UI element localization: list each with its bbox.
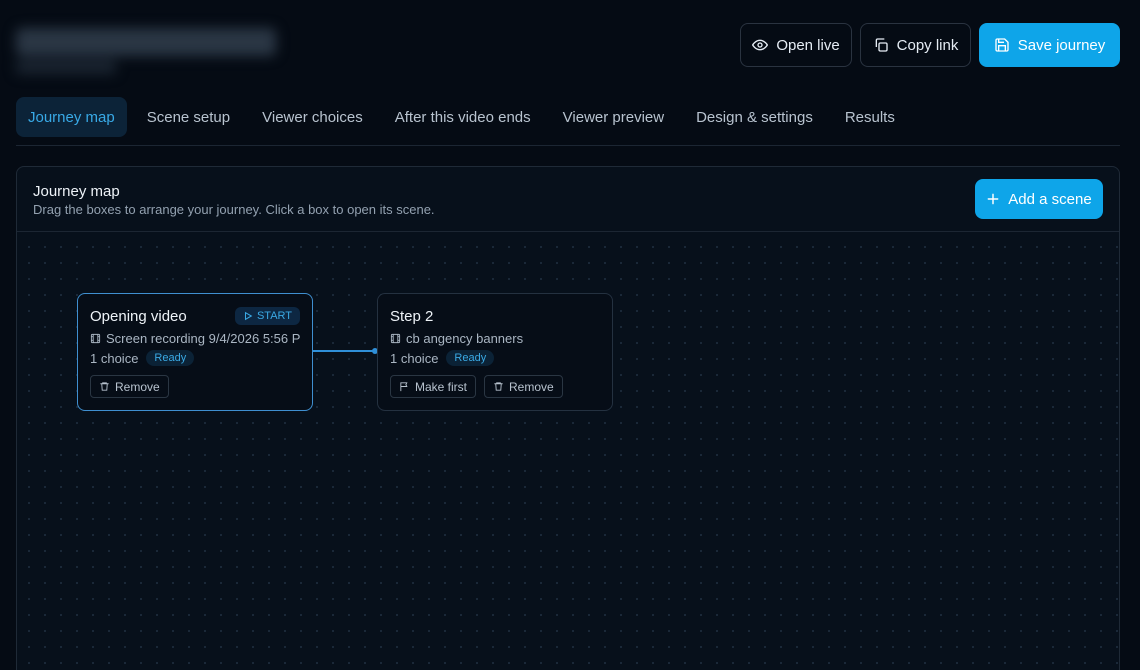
scene-title: Opening video bbox=[90, 308, 187, 325]
remove-scene-button[interactable]: Remove bbox=[90, 375, 169, 398]
remove-label: Remove bbox=[509, 379, 554, 394]
trash-icon bbox=[494, 382, 503, 391]
save-journey-button[interactable]: Save journey bbox=[979, 23, 1120, 67]
film-icon bbox=[90, 333, 101, 344]
scene-source-label: cb angency banners bbox=[406, 331, 524, 346]
start-badge: START bbox=[234, 307, 300, 325]
scene-node-step-2[interactable]: Step 2 cb angency banners 1 choice Ready… bbox=[377, 293, 613, 411]
add-scene-button[interactable]: Add a scene bbox=[975, 179, 1103, 219]
add-scene-label: Add a scene bbox=[1008, 190, 1092, 208]
make-first-label: Make first bbox=[415, 379, 468, 394]
panel-header: Journey map Drag the boxes to arrange yo… bbox=[17, 167, 1119, 232]
tab-bar: Journey map Scene setup Viewer choices A… bbox=[16, 97, 915, 137]
save-icon bbox=[995, 38, 1009, 52]
flag-icon bbox=[400, 382, 408, 392]
scene-node-opening-video[interactable]: Opening video START Screen recording 9/4… bbox=[77, 293, 313, 411]
choice-count: 1 choice bbox=[390, 350, 439, 366]
tab-journey-map[interactable]: Journey map bbox=[16, 97, 127, 137]
tab-after-video-ends[interactable]: After this video ends bbox=[383, 97, 543, 137]
journey-map-panel: Journey map Drag the boxes to arrange yo… bbox=[16, 166, 1120, 670]
start-label: START bbox=[256, 310, 292, 322]
scene-source-label: Screen recording 9/4/2026 5:56 P bbox=[106, 331, 300, 346]
tab-scene-setup[interactable]: Scene setup bbox=[135, 97, 242, 137]
tab-viewer-preview[interactable]: Viewer preview bbox=[551, 97, 676, 137]
journey-canvas[interactable]: Opening video START Screen recording 9/4… bbox=[17, 233, 1119, 670]
scene-actions: Remove bbox=[90, 375, 169, 398]
scene-actions: Make first Remove bbox=[390, 375, 563, 398]
panel-subtitle: Drag the boxes to arrange your journey. … bbox=[33, 202, 435, 217]
plus-icon bbox=[987, 193, 999, 205]
tab-viewer-choices[interactable]: Viewer choices bbox=[250, 97, 375, 137]
journey-title-blurred bbox=[10, 20, 282, 78]
scene-meta: 1 choice Ready bbox=[90, 350, 195, 366]
film-icon bbox=[390, 333, 401, 344]
tab-design-settings[interactable]: Design & settings bbox=[684, 97, 825, 137]
trash-icon bbox=[100, 382, 109, 391]
remove-label: Remove bbox=[115, 379, 160, 394]
copy-icon bbox=[875, 38, 888, 52]
status-badge: Ready bbox=[146, 350, 195, 366]
scene-title: Step 2 bbox=[390, 308, 434, 325]
eye-icon bbox=[752, 39, 769, 51]
tab-results[interactable]: Results bbox=[833, 97, 907, 137]
open-live-label: Open live bbox=[776, 36, 840, 54]
scene-source: cb angency banners bbox=[390, 331, 600, 346]
save-journey-label: Save journey bbox=[1017, 36, 1106, 54]
open-live-button[interactable]: Open live bbox=[740, 23, 852, 67]
scene-meta: 1 choice Ready bbox=[390, 350, 495, 366]
make-first-button[interactable]: Make first bbox=[390, 375, 477, 398]
choice-count: 1 choice bbox=[90, 350, 139, 366]
remove-scene-button[interactable]: Remove bbox=[484, 375, 563, 398]
tabs-divider bbox=[16, 145, 1120, 146]
panel-title: Journey map bbox=[33, 183, 120, 200]
play-icon bbox=[244, 311, 253, 321]
scene-source: Screen recording 9/4/2026 5:56 P bbox=[90, 331, 300, 346]
copy-link-button[interactable]: Copy link bbox=[860, 23, 971, 67]
status-badge: Ready bbox=[446, 350, 495, 366]
copy-link-label: Copy link bbox=[896, 36, 959, 54]
